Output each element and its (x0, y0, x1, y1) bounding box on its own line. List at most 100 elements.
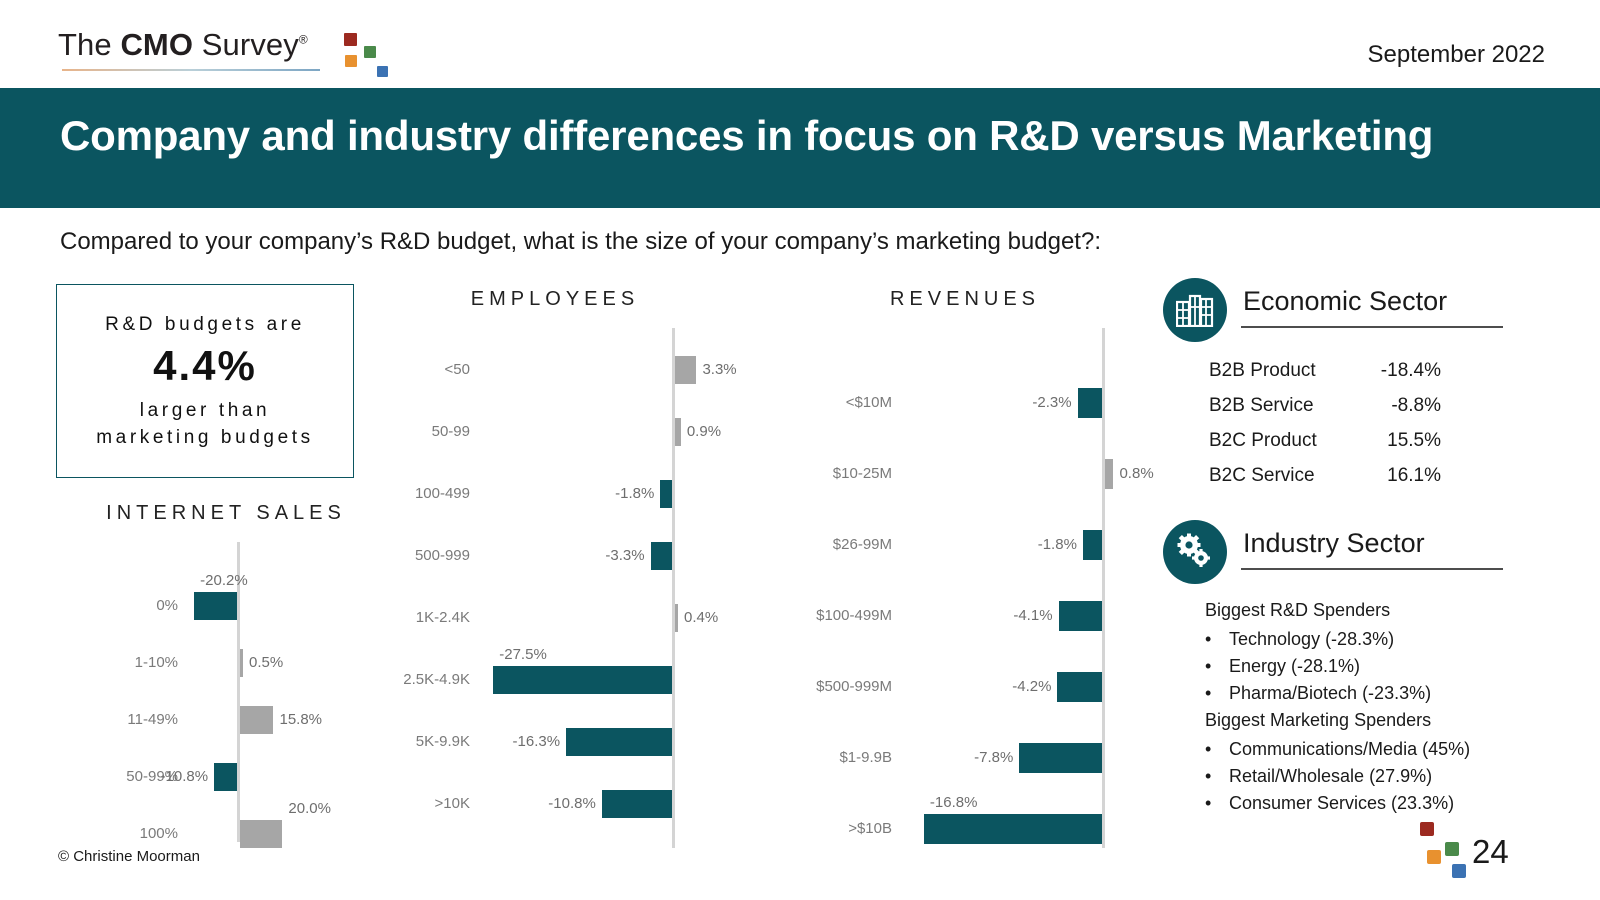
sector-value: 15.5% (1387, 430, 1441, 451)
category-label: >$10B (848, 820, 892, 837)
category-label: <$10M (845, 394, 892, 411)
bar (923, 814, 1102, 844)
footer-square-blue-icon (1452, 864, 1466, 878)
plot-area: 0% -20.2% 1-10% 0.5% 11-49% 15.8% 50-99% -10.8%… (56, 542, 396, 848)
logo-square-red-icon (344, 33, 357, 46)
callout-value: 4.4% (153, 342, 257, 389)
industry-group-2-heading: Biggest Marketing Spenders (1205, 710, 1432, 730)
logo-registered-mark: ® (298, 32, 308, 47)
bar-value-label: -16.8% (929, 794, 978, 811)
bar (493, 666, 672, 694)
bar (1057, 672, 1102, 702)
industry-list-item-label: Energy (-28.1%) (1229, 656, 1361, 676)
footer-square-green-icon (1445, 842, 1459, 856)
page-title: Company and industry differences in focu… (60, 112, 1434, 159)
sector-value: -18.4% (1380, 360, 1441, 381)
bar-value-label: -7.8% (974, 749, 1014, 766)
bar (240, 706, 274, 734)
bar-value-label: -16.3% (512, 733, 561, 750)
industry-list-item-label: Retail/Wholesale (27.9%) (1229, 766, 1433, 786)
sector-name: B2B Service (1209, 395, 1314, 416)
category-label: 0% (156, 597, 178, 614)
logo-square-green-icon (364, 46, 376, 58)
page-number: 24 (1472, 833, 1509, 870)
bar-value-label: 0.5% (249, 654, 284, 671)
plot-area: <50 3.3% 50-99 0.9% 100-499 -1.8% 500-999 -3.3%… (390, 328, 737, 848)
industry-sector-panel: Industry Sector Biggest R&D Spenders • Tec… (1163, 520, 1523, 840)
industry-list-item-label: Consumer Services (23.3%) (1229, 793, 1455, 813)
bar (194, 592, 237, 620)
bullet-icon: • (1205, 739, 1212, 759)
footer-square-red-icon (1420, 822, 1434, 836)
zero-axis-line (672, 328, 675, 848)
category-label: $26-99M (832, 536, 892, 553)
bar-value-label: -27.5% (499, 646, 547, 663)
category-label: <50 (444, 361, 470, 378)
bar (601, 790, 672, 818)
callout-line-1: R&D budgets are (105, 314, 305, 335)
chart-internet-sales: INTERNET SALES 0% -20.2% 1-10% 0.5% 11-49% 15… (56, 502, 396, 848)
economic-sector-heading: Economic Sector (1243, 286, 1448, 316)
bar (1019, 743, 1102, 773)
sector-value: 16.1% (1387, 465, 1441, 486)
bar (675, 418, 681, 446)
bullet-icon: • (1205, 656, 1212, 676)
chart-title-revenues: REVENUES (889, 288, 1041, 310)
logo-cmo: CMO (120, 27, 194, 62)
bar-value-label: -1.8% (615, 485, 655, 502)
logo-square-blue-icon (377, 66, 388, 77)
economic-sector-divider (1241, 326, 1503, 328)
industry-sector-heading: Industry Sector (1243, 528, 1425, 558)
category-label: $1-9.9B (839, 749, 892, 766)
bar-value-label: -10.8% (160, 768, 209, 785)
bullet-icon: • (1205, 629, 1212, 649)
bar (1058, 601, 1102, 631)
industry-list-item-label: Pharma/Biotech (-23.3%) (1229, 683, 1432, 703)
category-label: >10K (434, 795, 470, 812)
headline-callout-box: R&D budgets are 4.4% larger than marketi… (56, 284, 354, 478)
logo-square-orange-icon (345, 55, 357, 67)
bar-value-label: -4.2% (1012, 678, 1052, 695)
survey-question: Compared to your company’s R&D budget, w… (60, 228, 1101, 255)
bar-value-label: 0.8% (1119, 465, 1154, 482)
bar-value-label: -4.1% (1013, 607, 1053, 624)
logo-the: The (58, 27, 121, 62)
bar-value-label: -1.8% (1037, 536, 1077, 553)
bar-value-label: 15.8% (279, 711, 323, 728)
chart-title-employees: EMPLOYEES (470, 288, 640, 310)
industry-group-1-heading: Biggest R&D Spenders (1205, 600, 1391, 620)
industry-list-item-label: Technology (-28.3%) (1229, 629, 1395, 649)
bullet-icon: • (1205, 766, 1212, 786)
bar (240, 820, 283, 848)
sector-value: -8.8% (1391, 395, 1441, 416)
bar (566, 728, 672, 756)
bar-value-label: -2.3% (1032, 394, 1072, 411)
bar-value-label: 3.3% (702, 361, 737, 378)
plot-area: <$10M -2.3% $10-25M 0.8% $26-99M -1.8% $100-49… (800, 328, 1154, 848)
industry-list-item-label: Communications/Media (45%) (1229, 739, 1471, 759)
category-label: 50-99 (431, 423, 470, 440)
bar-value-label: 0.9% (686, 423, 722, 440)
bar (650, 542, 672, 570)
bar (675, 356, 697, 384)
bar (240, 649, 243, 677)
bar (675, 604, 678, 632)
footer-square-orange-icon (1427, 850, 1441, 864)
category-label: $100-499M (816, 607, 892, 624)
category-label: 100% (139, 825, 178, 842)
logo-underline (62, 69, 320, 71)
logo-wordmark: The CMO Survey® (58, 27, 358, 63)
bar-value-label: -10.8% (548, 795, 596, 812)
bar-value-label: 0.4% (684, 609, 719, 626)
building-icon (1163, 278, 1227, 342)
bar (1082, 530, 1102, 560)
bar (1105, 459, 1114, 489)
survey-date: September 2022 (1367, 41, 1545, 68)
copyright-notice: © Christine Moorman (58, 848, 200, 865)
bar-value-label: 20.0% (288, 800, 331, 817)
category-label: $10-25M (832, 465, 892, 482)
category-label: 1K-2.4K (415, 609, 470, 626)
logo-survey: Survey (193, 27, 299, 62)
chart-employees: EMPLOYEES <50 3.3% 50-99 0.9% 100-499 -1.8% 50… (390, 288, 737, 848)
callout-line-2: larger than (139, 400, 271, 421)
